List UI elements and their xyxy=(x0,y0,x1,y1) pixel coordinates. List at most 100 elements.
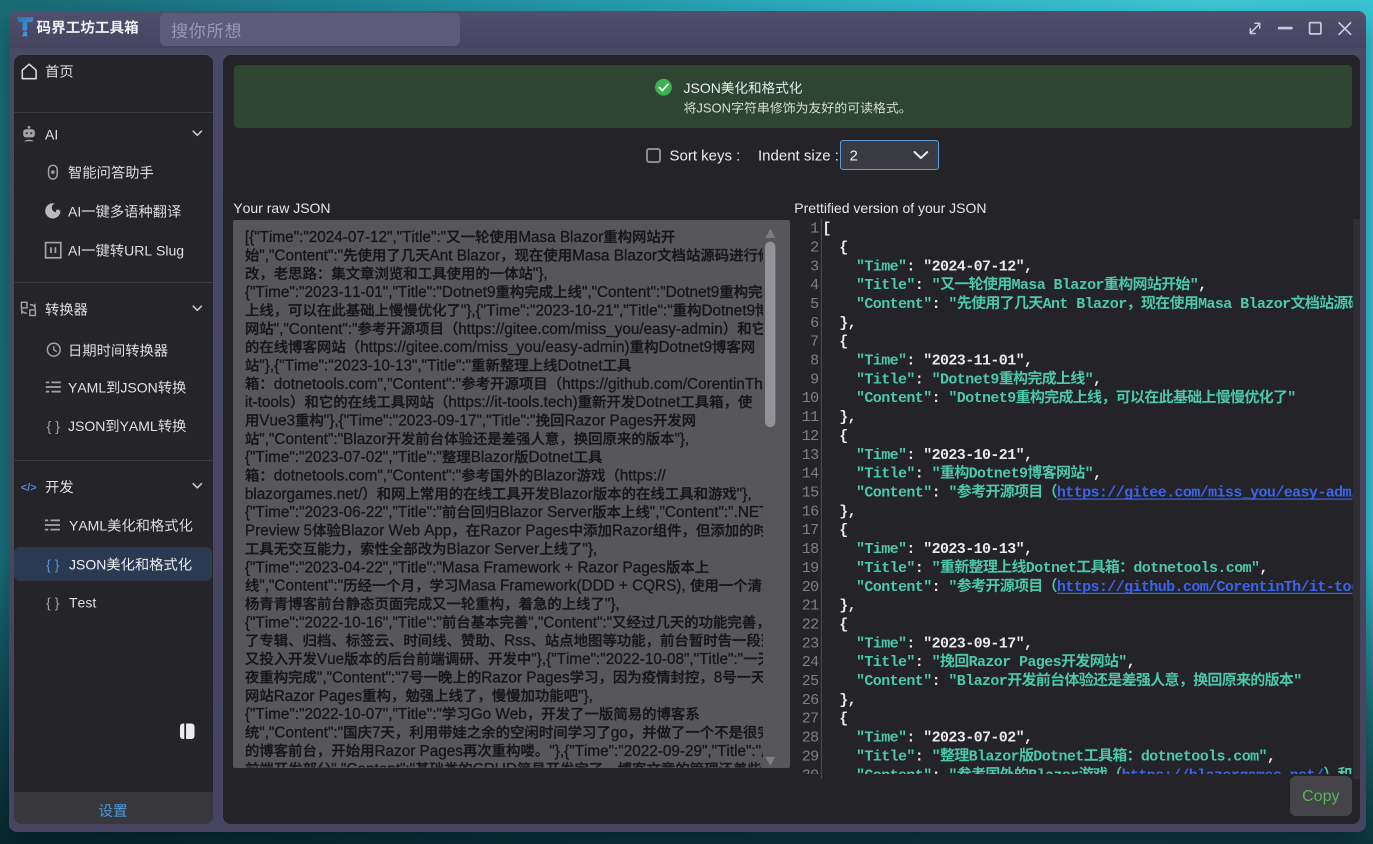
svg-text:"},{"Time":"2023-09-17","Title: "},{"Time":"2023-09-17","Title":" xyxy=(324,413,536,430)
svg-text:"},: "}, xyxy=(578,688,593,705)
svg-text:"},{"Time":"2022-09-29","Title: "},{"Time":"2022-09-29","Title":" xyxy=(549,743,761,760)
svg-text:": " xyxy=(932,654,940,671)
svg-text:Vue3: Vue3 xyxy=(259,413,295,430)
svg-text:Razor Pages: Razor Pages xyxy=(481,669,570,686)
svg-text:21: 21 xyxy=(802,598,819,615)
svg-text:"},{"Time":"2023-10-21","Title: "},{"Time":"2023-10-21","Title":" xyxy=(461,302,673,319)
svg-text:9: 9 xyxy=(810,371,818,388)
svg-text:: "2023-11-01",: : "2023-11-01", xyxy=(906,353,1032,370)
svg-text:30: 30 xyxy=(802,767,819,784)
svg-text:dotnetools.com","Content":": dotnetools.com","Content":" xyxy=(274,468,462,485)
svg-text:"Content": "Content" xyxy=(856,579,932,596)
svg-text:https://github.com/CorentinTh/: https://github.com/CorentinTh/ xyxy=(562,376,768,393)
svg-text:{: { xyxy=(822,522,847,539)
svg-text:2: 2 xyxy=(850,148,858,165)
svg-text:{: { xyxy=(822,617,847,634)
svg-text:Blazor Server: Blazor Server xyxy=(500,504,593,521)
svg-text:Razor: Razor xyxy=(612,523,653,540)
svg-text:Masa Blazor: Masa Blazor xyxy=(518,229,603,246)
svg-text:},: }, xyxy=(822,598,856,615)
svg-text:"},: "}, xyxy=(737,486,752,503)
svg-text:Your raw JSON: Your raw JSON xyxy=(233,200,330,216)
svg-text:{"Time":"2023-04-22","Title":": {"Time":"2023-04-22","Title":"Masa Frame… xyxy=(245,559,666,576)
svg-text:Prettified version of your JSO: Prettified version of your JSON xyxy=(794,200,986,216)
svg-text:"Content": "Content" xyxy=(856,390,932,407)
svg-text:,: , xyxy=(1093,371,1101,388)
svg-text:17: 17 xyxy=(802,522,819,539)
svg-text:Blazor: Blazor xyxy=(471,449,514,466)
svg-text:,: , xyxy=(1198,277,1206,294)
svg-text:it-tools: it-tools xyxy=(245,394,290,411)
svg-text:","Content":": ","Content":" xyxy=(274,321,358,338)
svg-text:","Content":": ","Content":" xyxy=(259,725,343,742)
svg-text:26: 26 xyxy=(802,692,819,709)
svg-text:": " xyxy=(1085,466,1093,483)
svg-text:YAML: YAML xyxy=(68,380,106,396)
svg-text:{: { xyxy=(822,711,847,728)
svg-text:"Content": "Content" xyxy=(856,296,932,313)
svg-text::: : xyxy=(932,485,949,502)
svg-text:: "2023-09-17",: : "2023-09-17", xyxy=(906,635,1032,652)
svg-text::: : xyxy=(932,579,949,596)
svg-text:,: , xyxy=(1259,560,1267,577)
svg-text:": " xyxy=(948,485,956,502)
svg-text:Blazor: Blazor xyxy=(550,486,593,503)
svg-text:": " xyxy=(932,748,940,765)
svg-text:https://gitee.com/miss_you/eas: https://gitee.com/miss_you/easy-admin) xyxy=(360,339,630,356)
svg-text:": " xyxy=(932,466,940,483)
svg-text:19: 19 xyxy=(802,560,819,577)
svg-text:"Title": "Title" xyxy=(856,748,915,765)
svg-text:","Content":": ","Content":" xyxy=(259,578,343,595)
svg-text:JSON: JSON xyxy=(69,557,106,573)
svg-text:Copy: Copy xyxy=(1302,788,1339,805)
svg-text:},: }, xyxy=(822,503,856,520)
svg-text:Razor Pages: Razor Pages xyxy=(375,743,464,760)
svg-text:YAML: YAML xyxy=(120,418,158,434)
svg-text:"Title": "Title" xyxy=(856,371,915,388)
svg-text:24: 24 xyxy=(802,654,819,671)
svg-text:: "2023-10-13",: : "2023-10-13", xyxy=(906,541,1032,558)
svg-text:12: 12 xyxy=(802,428,819,445)
svg-text:Dotnet: Dotnet xyxy=(1033,748,1083,765)
svg-text:"Content": "Content" xyxy=(856,767,932,784)
svg-text:{ }: { } xyxy=(47,418,61,434)
svg-text:3: 3 xyxy=(810,258,819,275)
svg-text:1: 1 xyxy=(810,221,819,238)
svg-text:"Title": "Title" xyxy=(856,654,915,671)
svg-text:8: 8 xyxy=(810,353,819,370)
svg-text:15: 15 xyxy=(802,485,819,502)
svg-text:"Dotnet9: "Dotnet9 xyxy=(948,390,1016,407)
svg-text:28: 28 xyxy=(802,730,819,747)
svg-text:8: 8 xyxy=(714,669,723,686)
svg-text:Sort keys :: Sort keys : xyxy=(670,147,741,164)
svg-text:dotnetools.com": dotnetools.com" xyxy=(1133,560,1259,577)
svg-text:Rss: Rss xyxy=(504,633,531,650)
svg-text:Masa Blazor: Masa Blazor xyxy=(572,247,657,264)
svg-text:CRUD: CRUD xyxy=(473,761,517,778)
svg-text:AI: AI xyxy=(68,243,81,259)
svg-text:18: 18 xyxy=(802,541,819,558)
svg-text:https://: https:// xyxy=(620,468,667,485)
svg-text:"},: "}, xyxy=(533,266,548,283)
svg-text:Razor Pages: Razor Pages xyxy=(969,654,1062,671)
svg-text:": " xyxy=(1118,654,1126,671)
svg-text:"Blazor: "Blazor xyxy=(948,673,1007,690)
svg-text:},: }, xyxy=(822,409,856,426)
svg-text::: : xyxy=(915,371,932,388)
svg-text:Go Web: Go Web xyxy=(471,706,527,723)
svg-text:Blazor Server: Blazor Server xyxy=(447,541,540,558)
svg-text:{"Time":"2023-07-02","Title":": {"Time":"2023-07-02","Title":" xyxy=(245,449,442,466)
svg-text:Vue: Vue xyxy=(317,651,344,668)
svg-text:Ant Blazor: Ant Blazor xyxy=(430,247,501,264)
svg-text:go: go xyxy=(611,725,628,742)
svg-text:5: 5 xyxy=(810,296,819,313)
svg-text:": " xyxy=(948,767,956,784)
svg-text:dotnetools.com": dotnetools.com" xyxy=(1141,748,1267,765)
svg-text:: "2023-10-21",: : "2023-10-21", xyxy=(906,447,1032,464)
svg-text:6: 6 xyxy=(810,315,819,332)
svg-text:"Time": "Time" xyxy=(856,447,906,464)
svg-text::: : xyxy=(915,748,932,765)
svg-text:https://it-tools.tech): https://it-tools.tech) xyxy=(448,394,577,411)
svg-text:,: , xyxy=(1127,654,1135,671)
svg-text:https://blazorgames.net/: https://blazorgames.net/ xyxy=(1122,767,1324,784)
